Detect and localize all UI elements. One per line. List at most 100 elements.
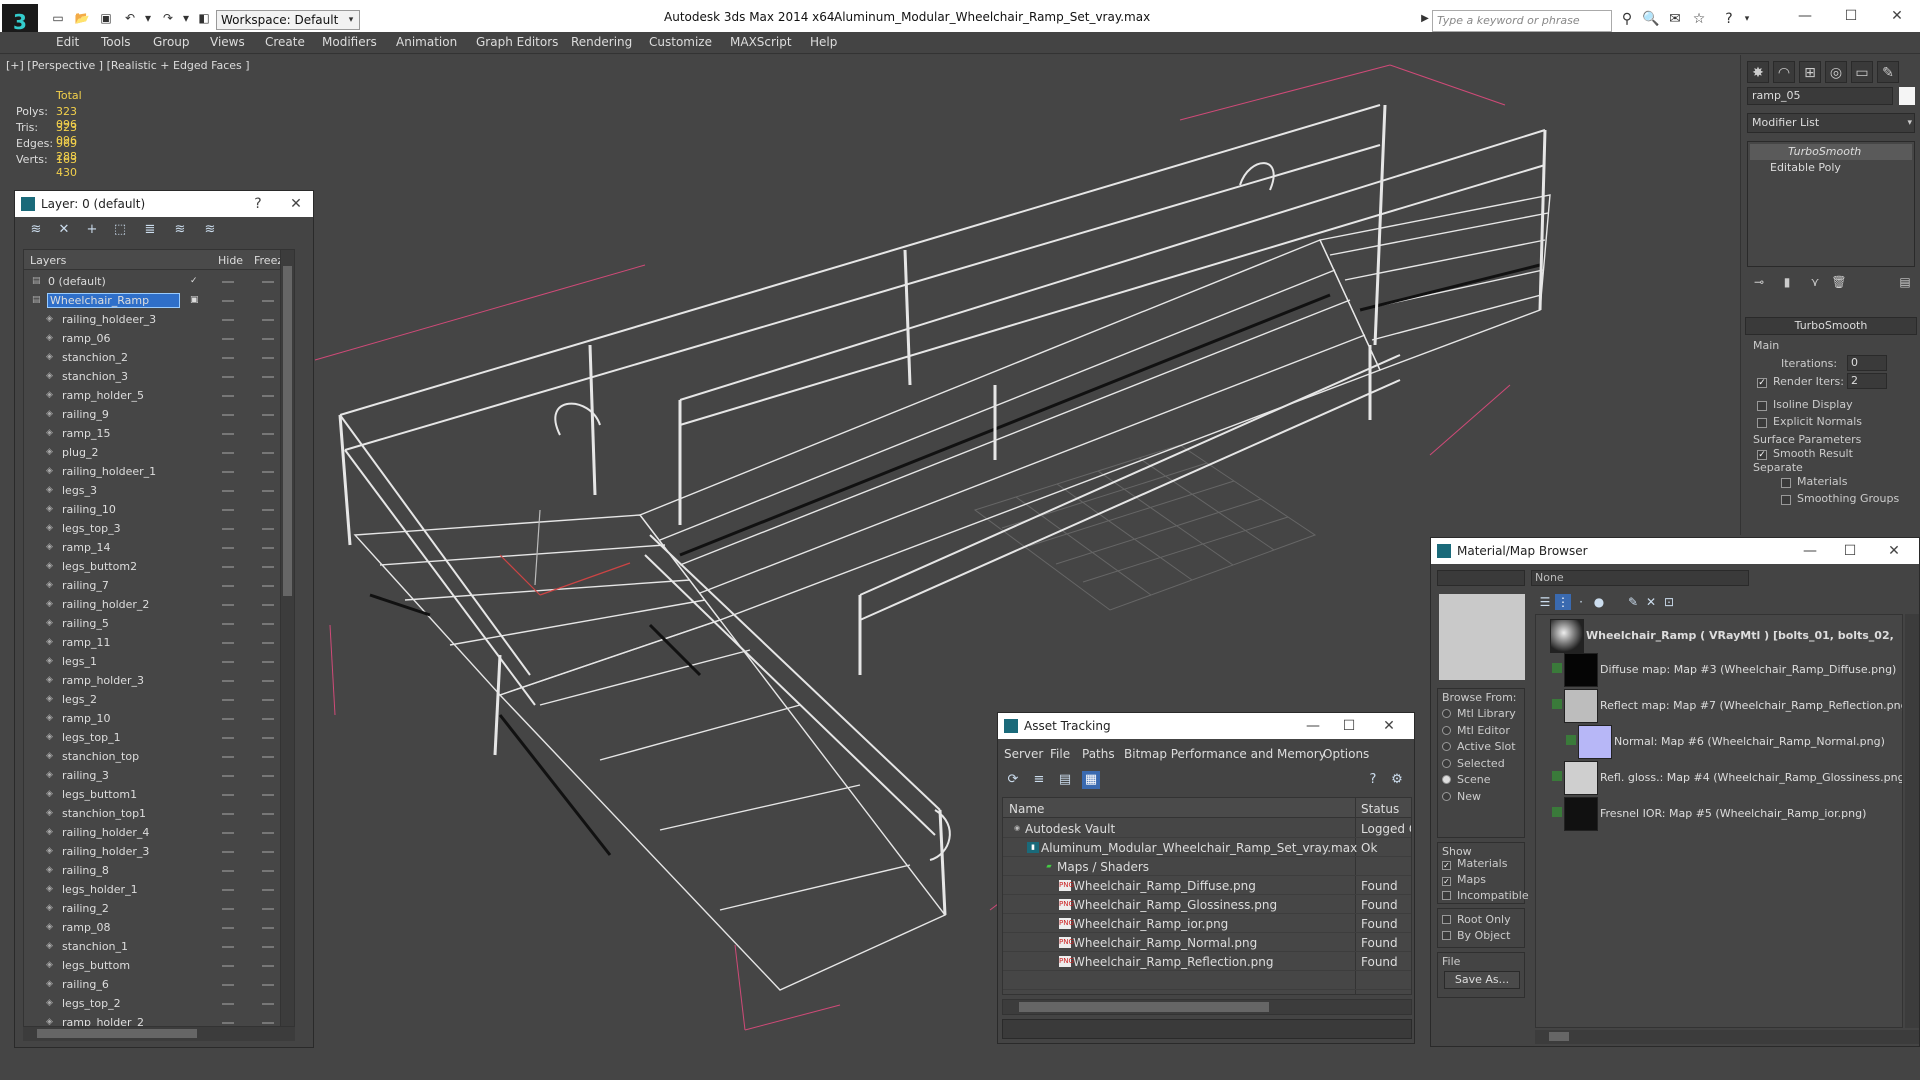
- table-view-icon[interactable]: ▦: [1082, 771, 1100, 789]
- layer-row[interactable]: ◈ legs_holder_1: [24, 880, 294, 899]
- configure-sets-icon[interactable]: ▤: [1897, 275, 1913, 293]
- menu-edit[interactable]: Edit: [56, 35, 79, 49]
- render-iters-spinner[interactable]: 2: [1847, 373, 1887, 389]
- asset-row[interactable]: PNG Wheelchair_Ramp_Glossiness.png Found: [1003, 895, 1411, 914]
- checkbox-option[interactable]: By Object: [1442, 929, 1510, 942]
- hide-toggle[interactable]: [222, 471, 234, 473]
- hierarchy-tab-icon[interactable]: ⊞: [1799, 61, 1821, 83]
- hide-toggle[interactable]: [222, 452, 234, 454]
- freeze-toggle[interactable]: [262, 851, 274, 853]
- freeze-toggle[interactable]: [262, 984, 274, 986]
- freeze-toggle[interactable]: [262, 661, 274, 663]
- hide-toggle[interactable]: [222, 718, 234, 720]
- menu-help[interactable]: Help: [810, 35, 837, 49]
- asset-row[interactable]: ◉ Autodesk Vault Logged O: [1003, 819, 1411, 838]
- layer-row[interactable]: ◈ plug_2: [24, 443, 294, 462]
- asset-horizontal-scrollbar[interactable]: [1002, 999, 1412, 1015]
- hide-toggle[interactable]: [222, 433, 234, 435]
- close-icon[interactable]: ✕: [1376, 716, 1402, 736]
- layer-row[interactable]: ◈ stanchion_2: [24, 348, 294, 367]
- menu-animation[interactable]: Animation: [396, 35, 457, 49]
- help-icon[interactable]: ?: [1720, 10, 1738, 28]
- asset-row[interactable]: PNG Wheelchair_Ramp_Reflection.png Found: [1003, 952, 1411, 971]
- hide-toggle[interactable]: [222, 547, 234, 549]
- save-as-button[interactable]: Save As...: [1444, 971, 1520, 989]
- layer-row[interactable]: ▤ 0 (default) ✓: [24, 272, 294, 291]
- column-name[interactable]: Name: [1009, 802, 1044, 816]
- freeze-toggle[interactable]: [262, 1022, 274, 1024]
- freeze-toggle[interactable]: [262, 889, 274, 891]
- hide-toggle[interactable]: [222, 680, 234, 682]
- separate-smoothing-checkbox[interactable]: [1781, 495, 1791, 505]
- freeze-toggle[interactable]: [262, 509, 274, 511]
- hide-toggle[interactable]: [222, 699, 234, 701]
- tree-view-icon[interactable]: ⋮: [1555, 594, 1571, 610]
- layer-row[interactable]: ◈ railing_5: [24, 614, 294, 633]
- hide-toggle[interactable]: [222, 585, 234, 587]
- hide-toggle[interactable]: [222, 642, 234, 644]
- communication-center-icon[interactable]: ✉: [1666, 10, 1684, 28]
- keyword-search-input[interactable]: Type a keyword or phrase: [1432, 10, 1612, 32]
- viewport-label[interactable]: [+] [Perspective ] [Realistic + Edged Fa…: [6, 59, 250, 72]
- freeze-toggle[interactable]: [262, 585, 274, 587]
- close-icon[interactable]: ✕: [1881, 541, 1907, 561]
- object-name-field[interactable]: ramp_05: [1747, 87, 1893, 105]
- layer-row[interactable]: ◈ legs_2: [24, 690, 294, 709]
- checkbox[interactable]: [1442, 891, 1451, 900]
- workspace-select[interactable]: Workspace: Default: [216, 10, 360, 30]
- layer-row[interactable]: ◈ ramp_08: [24, 918, 294, 937]
- scrollbar-thumb[interactable]: [1019, 1002, 1269, 1012]
- freeze-toggle[interactable]: [262, 414, 274, 416]
- layer-row[interactable]: ◈ railing_7: [24, 576, 294, 595]
- layer-row[interactable]: ◈ legs_buttom1: [24, 785, 294, 804]
- radio-button[interactable]: [1442, 709, 1451, 718]
- undo-icon[interactable]: ↶: [122, 10, 138, 26]
- layer-row[interactable]: ◈ legs_top_3: [24, 519, 294, 538]
- freeze-toggle[interactable]: [262, 471, 274, 473]
- hide-toggle[interactable]: [222, 357, 234, 359]
- layer-row[interactable]: ◈ ramp_10: [24, 709, 294, 728]
- hide-toggle[interactable]: [222, 414, 234, 416]
- layer-row[interactable]: ◈ ramp_06: [24, 329, 294, 348]
- current-layer-check-icon[interactable]: ✓: [190, 276, 200, 286]
- favorites-star-icon[interactable]: ☆: [1690, 10, 1708, 28]
- asset-menu-server[interactable]: Server: [1004, 747, 1043, 761]
- freeze-toggle[interactable]: [262, 965, 274, 967]
- freeze-toggle[interactable]: [262, 813, 274, 815]
- layer-row[interactable]: ◈ ramp_holder_3: [24, 671, 294, 690]
- chevron-down-icon[interactable]: ▾: [1738, 10, 1756, 28]
- hide-toggle[interactable]: [222, 661, 234, 663]
- hide-toggle[interactable]: [222, 281, 234, 283]
- freeze-toggle[interactable]: [262, 281, 274, 283]
- freeze-toggle[interactable]: [262, 566, 274, 568]
- freeze-toggle[interactable]: [262, 433, 274, 435]
- layer-row[interactable]: ◈ railing_holdeer_3: [24, 310, 294, 329]
- layer-window-titlebar[interactable]: Layer: 0 (default) ? ✕: [15, 191, 313, 217]
- layer-row[interactable]: ◈ railing_3: [24, 766, 294, 785]
- show-end-result-icon[interactable]: ▮: [1779, 275, 1795, 293]
- asset-menu-paths[interactable]: Paths: [1082, 747, 1115, 761]
- layer-vertical-scrollbar[interactable]: [280, 250, 294, 1026]
- checkbox[interactable]: [1442, 931, 1451, 940]
- checkbox[interactable]: [1442, 915, 1451, 924]
- new-file-icon[interactable]: ▭: [50, 10, 66, 26]
- layer-row[interactable]: ◈ legs_3: [24, 481, 294, 500]
- hide-toggle[interactable]: [222, 376, 234, 378]
- rollout-header[interactable]: TurboSmooth: [1745, 317, 1917, 335]
- freeze-toggle[interactable]: [262, 680, 274, 682]
- settings-icon[interactable]: ⚙: [1388, 771, 1406, 789]
- detail-view-icon[interactable]: ▤: [1056, 771, 1074, 789]
- sphere-icon[interactable]: ●: [1591, 594, 1607, 610]
- freeze-toggle[interactable]: [262, 319, 274, 321]
- modify-tab-icon[interactable]: ◠: [1773, 61, 1795, 83]
- hide-toggle[interactable]: [222, 604, 234, 606]
- freeze-toggle[interactable]: [262, 452, 274, 454]
- radio-button[interactable]: [1442, 758, 1451, 768]
- asset-row[interactable]: ▰ Maps / Shaders: [1003, 857, 1411, 876]
- layer-horizontal-scrollbar[interactable]: [23, 1027, 295, 1041]
- browse-from-option[interactable]: Selected: [1442, 757, 1505, 770]
- separate-materials-checkbox[interactable]: [1781, 478, 1791, 488]
- menu-group[interactable]: Group: [153, 35, 190, 49]
- browse-from-option[interactable]: Active Slot: [1442, 740, 1516, 753]
- pick-material-icon[interactable]: ✎: [1625, 594, 1641, 610]
